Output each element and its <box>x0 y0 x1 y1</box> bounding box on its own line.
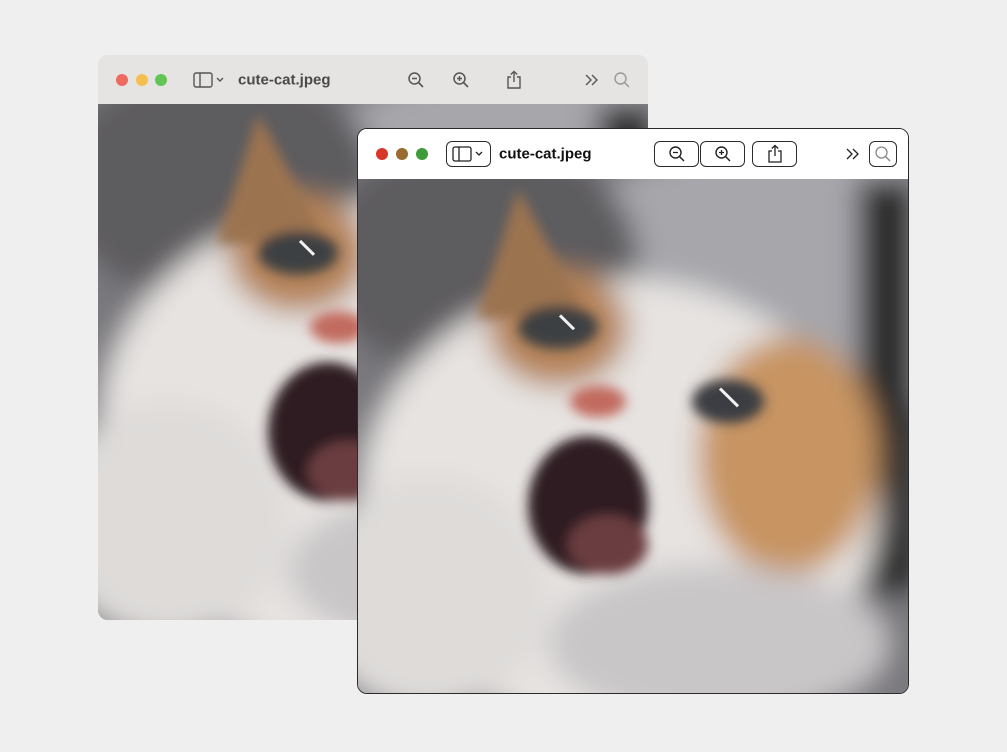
close-button[interactable] <box>376 148 388 160</box>
sidebar-toggle-icon <box>451 146 482 162</box>
cat-photo <box>358 179 908 693</box>
zoom-button[interactable] <box>416 148 428 160</box>
search-icon <box>614 71 630 88</box>
minimize-button[interactable] <box>136 73 148 86</box>
share-icon <box>767 144 782 163</box>
search-button[interactable] <box>612 70 632 90</box>
zoom-in-button[interactable] <box>700 141 745 167</box>
image-viewport[interactable] <box>358 179 908 693</box>
share-button[interactable] <box>504 69 524 91</box>
zoom-in-icon <box>453 71 469 88</box>
more-toolbar-button[interactable] <box>584 70 600 90</box>
close-button[interactable] <box>116 73 128 86</box>
zoom-out-icon <box>668 146 685 162</box>
more-toolbar-button[interactable] <box>845 144 861 164</box>
preview-window-foreground[interactable]: cute-cat.jpeg <box>357 128 909 694</box>
zoom-out-button[interactable] <box>654 141 699 167</box>
window-title: cute-cat.jpeg <box>238 71 331 88</box>
share-icon <box>507 70 521 89</box>
zoom-in-icon <box>714 146 731 162</box>
minimize-button[interactable] <box>396 148 408 160</box>
share-button[interactable] <box>752 141 797 167</box>
zoom-button[interactable] <box>155 73 167 86</box>
chevron-double-right-icon <box>846 148 859 160</box>
zoom-in-button[interactable] <box>451 70 471 90</box>
chevron-double-right-icon <box>585 74 598 85</box>
search-icon <box>875 146 891 162</box>
window-title: cute-cat.jpeg <box>499 145 592 163</box>
sidebar-toggle-button[interactable] <box>446 141 491 167</box>
zoom-out-button[interactable] <box>406 70 426 90</box>
sidebar-toggle-button[interactable] <box>193 70 227 90</box>
search-button[interactable] <box>869 141 897 167</box>
title-bar[interactable]: cute-cat.jpeg <box>98 55 648 104</box>
zoom-out-icon <box>408 71 424 88</box>
title-bar[interactable]: cute-cat.jpeg <box>358 129 908 180</box>
sidebar-toggle-icon <box>193 71 224 88</box>
